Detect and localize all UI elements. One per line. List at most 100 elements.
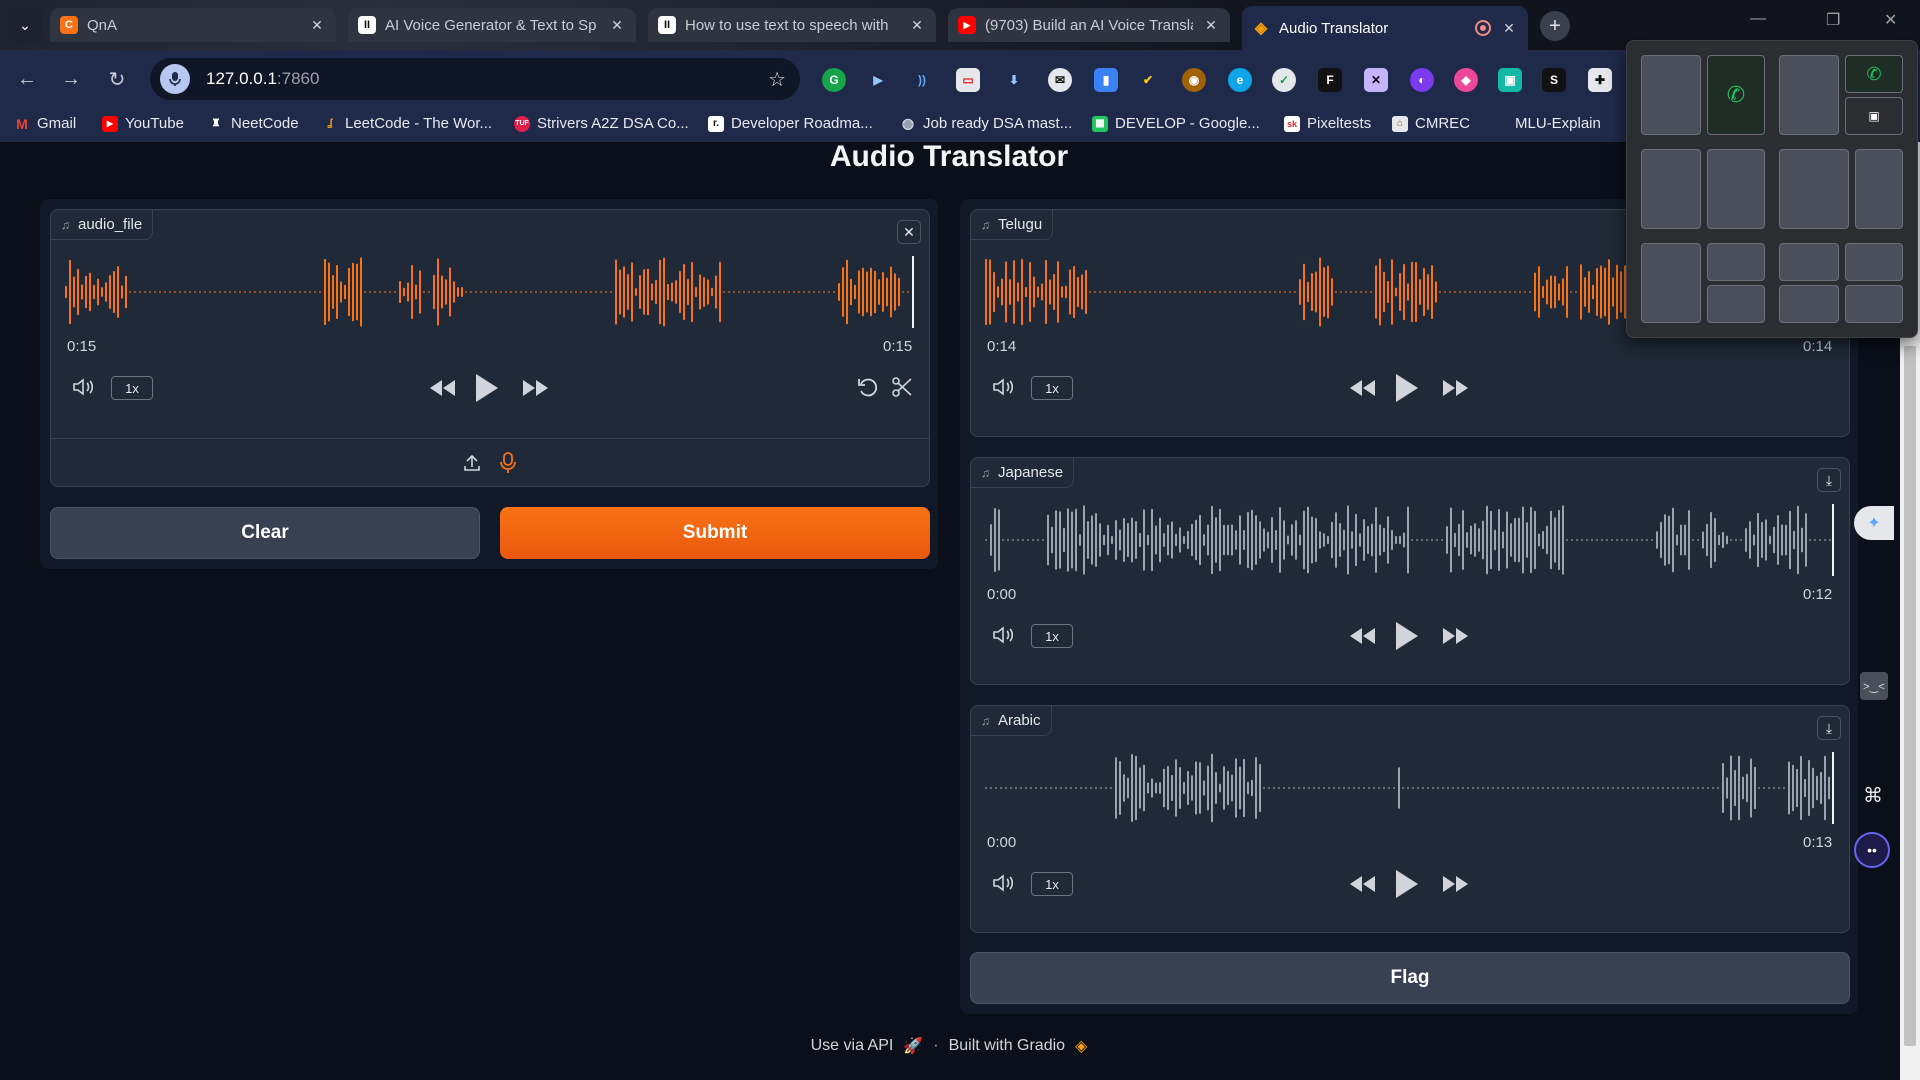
bookmark-youtube[interactable]: ▶ YouTube — [102, 115, 184, 132]
frame-extension-icon[interactable]: ▣ — [1498, 68, 1522, 92]
download-button[interactable]: ⤓ — [1817, 468, 1841, 492]
play-button[interactable] — [471, 370, 503, 406]
rewind-button[interactable] — [1347, 374, 1377, 402]
close-icon[interactable]: ✕ — [1202, 16, 1220, 34]
playhead-cursor[interactable] — [1832, 504, 1834, 576]
f-extension-icon[interactable]: F — [1318, 68, 1342, 92]
playhead-cursor[interactable] — [1832, 752, 1834, 824]
japanese-waveform[interactable] — [985, 502, 1835, 578]
snap-zone[interactable] — [1641, 55, 1701, 135]
volume-button[interactable] — [991, 622, 1017, 648]
snap-zone[interactable] — [1641, 243, 1701, 323]
x-extension-icon[interactable]: ✕ — [1364, 68, 1388, 92]
site-info-mic-icon[interactable] — [160, 64, 190, 94]
bookmark-leetcode[interactable]: ʆ LeetCode - The Wor... — [322, 115, 492, 132]
scrollbar-thumb[interactable] — [1904, 346, 1916, 1046]
close-icon[interactable]: ✕ — [308, 16, 326, 34]
volume-button[interactable] — [991, 374, 1017, 400]
reset-button[interactable] — [855, 374, 881, 400]
snap-zone[interactable] — [1707, 285, 1765, 323]
close-icon[interactable]: ✕ — [908, 16, 926, 34]
bookmark-develop-sheets[interactable]: ▦ DEVELOP - Google... — [1092, 115, 1260, 132]
flag-button[interactable]: Flag — [970, 952, 1850, 1004]
snap-zone[interactable] — [1779, 55, 1839, 135]
clear-button[interactable]: Clear — [50, 507, 480, 559]
back-button[interactable]: ← — [12, 64, 42, 94]
bookmark-cmrec[interactable]: ⌂ CMREC — [1392, 115, 1470, 132]
tab-search-button[interactable]: ⌄ — [8, 8, 42, 42]
person-extension-icon[interactable]: ✔ — [1136, 68, 1160, 92]
clear-audio-button[interactable]: ✕ — [897, 220, 921, 244]
playhead-cursor[interactable] — [912, 256, 914, 328]
bookmark-pixeltests[interactable]: sk Pixeltests — [1284, 115, 1371, 132]
snap-zone-app[interactable]: ▣ — [1845, 97, 1903, 135]
snap-zone[interactable] — [1779, 285, 1839, 323]
bookmark-developer-roadmaps[interactable]: r. Developer Roadma... — [708, 115, 873, 132]
compass-extension-icon[interactable]: ✓ — [1272, 68, 1296, 92]
snap-zone[interactable] — [1707, 243, 1765, 281]
minimize-button[interactable]: — — [1750, 10, 1766, 28]
reload-button[interactable]: ↻ — [102, 64, 132, 94]
grammarly-extension-icon[interactable]: G — [822, 68, 846, 92]
tab-text-to-speech[interactable]: II How to use text to speech with ✕ — [648, 8, 936, 42]
use-via-api-link[interactable]: Use via API — [811, 1037, 894, 1055]
play-button[interactable] — [1391, 618, 1423, 654]
snap-zone[interactable] — [1641, 149, 1701, 229]
puzzle-extension-icon[interactable]: ✚ — [1588, 68, 1612, 92]
upload-button[interactable] — [459, 450, 485, 476]
bookmark-job-ready-dsa[interactable]: ◍ Job ready DSA mast... — [900, 115, 1072, 132]
download-button[interactable]: ⤓ — [1817, 716, 1841, 740]
bookmark-gmail[interactable]: M Gmail — [14, 115, 76, 132]
bookmark-strivers[interactable]: TUF Strivers A2Z DSA Co... — [514, 115, 689, 132]
volume-button[interactable] — [71, 374, 97, 400]
snap-zone[interactable] — [1855, 149, 1903, 229]
play-button[interactable] — [1391, 370, 1423, 406]
play-button[interactable] — [1391, 866, 1423, 902]
close-icon[interactable]: ✕ — [608, 16, 626, 34]
input-waveform[interactable] — [65, 254, 915, 330]
playback-speed-button[interactable]: 1x — [111, 376, 153, 400]
close-window-button[interactable]: ✕ — [1884, 10, 1897, 30]
snap-zone[interactable] — [1845, 243, 1903, 281]
floating-assistant-button[interactable]: ✦ — [1854, 506, 1894, 540]
fast-forward-button[interactable] — [521, 374, 551, 402]
rewind-button[interactable] — [427, 374, 457, 402]
fast-forward-button[interactable] — [1441, 374, 1471, 402]
submit-button[interactable]: Submit — [500, 507, 930, 559]
playback-speed-button[interactable]: 1x — [1031, 376, 1073, 400]
snap-zone[interactable] — [1779, 243, 1839, 281]
sidebar-bot-button[interactable]: •• — [1854, 832, 1890, 868]
tab-audio-translator[interactable]: ◈ Audio Translator ✕ — [1242, 6, 1528, 50]
s-extension-icon[interactable]: S — [1542, 68, 1566, 92]
chat-extension-icon[interactable]: ✉ — [1048, 68, 1072, 92]
snap-zone[interactable] — [1707, 149, 1765, 229]
close-icon[interactable]: ✕ — [1500, 19, 1518, 37]
fast-forward-button[interactable] — [1441, 622, 1471, 650]
rewind-button[interactable] — [1347, 622, 1377, 650]
fast-forward-button[interactable] — [1441, 870, 1471, 898]
snap-zone[interactable] — [1845, 285, 1903, 323]
built-with-gradio-link[interactable]: Built with Gradio — [949, 1037, 1066, 1055]
snap-zone[interactable] — [1779, 149, 1849, 229]
trim-button[interactable] — [889, 374, 915, 400]
restore-button[interactable]: ❐ — [1826, 10, 1840, 30]
color-extension-icon[interactable]: ◆ — [1454, 68, 1478, 92]
coffee-extension-icon[interactable]: ◉ — [1182, 68, 1206, 92]
screenshot-extension-icon[interactable]: ▭ — [956, 68, 980, 92]
record-microphone-button[interactable] — [495, 450, 521, 476]
volume-button[interactable] — [991, 870, 1017, 896]
bookmark-star-icon[interactable]: ☆ — [768, 67, 786, 92]
snap-zone-whatsapp[interactable]: ✆ — [1707, 55, 1765, 135]
address-bar[interactable]: 127.0.0.1:7860 ☆ — [150, 58, 800, 100]
playback-speed-button[interactable]: 1x — [1031, 872, 1073, 896]
tab-youtube-video[interactable]: ▶ (9703) Build an AI Voice Transla ✕ — [948, 8, 1230, 42]
tab-qna[interactable]: C QnA ✕ — [50, 8, 336, 42]
snap-zone-whatsapp[interactable]: ✆ — [1845, 55, 1903, 93]
edge-extension-icon[interactable]: e — [1228, 68, 1252, 92]
download-extension-icon[interactable]: ⬇ — [1002, 68, 1026, 92]
bookmark-mlu-explain[interactable]: MLU-Explain — [1492, 115, 1601, 132]
forward-button[interactable]: → — [56, 64, 86, 94]
sidebar-apps-button[interactable]: ⌘ — [1858, 780, 1888, 810]
bookmark-neetcode[interactable]: ♜ NeetCode — [208, 115, 299, 132]
new-tab-button[interactable]: + — [1540, 11, 1570, 41]
